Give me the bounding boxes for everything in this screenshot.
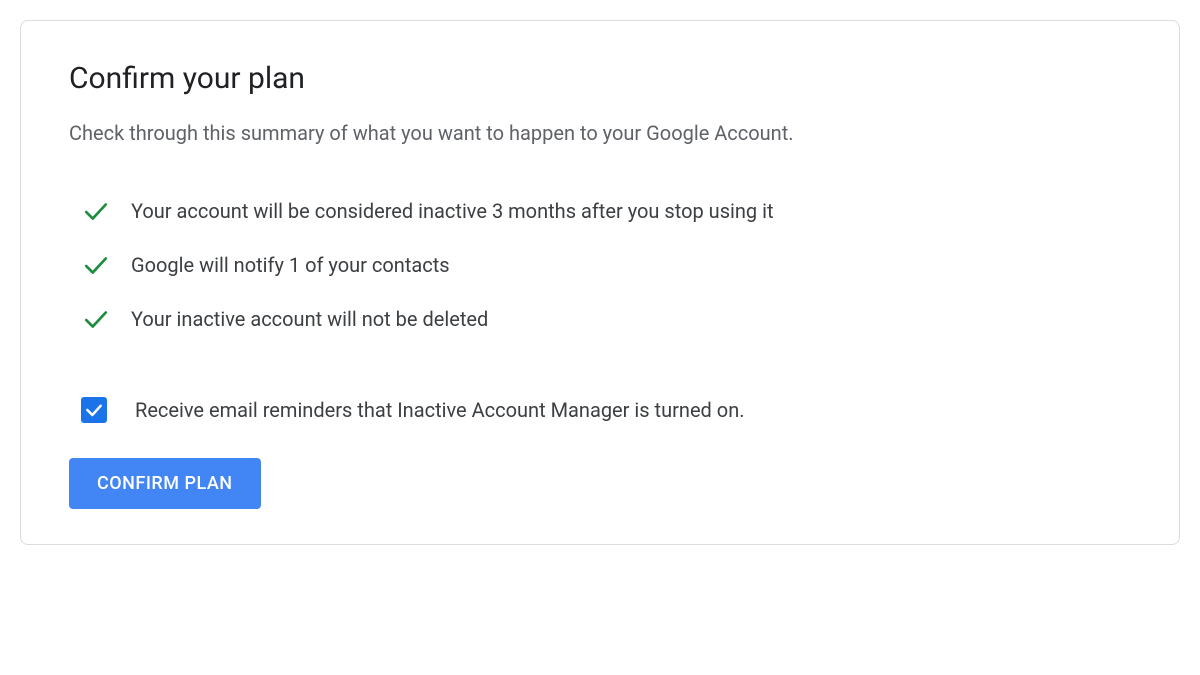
confirm-plan-button[interactable]: CONFIRM PLAN: [69, 458, 261, 509]
check-icon: [83, 198, 109, 224]
reminder-checkbox[interactable]: [81, 397, 107, 423]
summary-list: Your account will be considered inactive…: [69, 198, 1131, 332]
summary-text: Your inactive account will not be delete…: [131, 307, 488, 331]
summary-item: Your inactive account will not be delete…: [83, 306, 1131, 332]
check-icon: [83, 306, 109, 332]
reminder-row: Receive email reminders that Inactive Ac…: [69, 397, 1131, 423]
summary-item: Google will notify 1 of your contacts: [83, 252, 1131, 278]
page-title: Confirm your plan: [69, 61, 1131, 96]
summary-text: Your account will be considered inactive…: [131, 199, 774, 223]
confirm-plan-card: Confirm your plan Check through this sum…: [20, 20, 1180, 545]
summary-item: Your account will be considered inactive…: [83, 198, 1131, 224]
summary-text: Google will notify 1 of your contacts: [131, 253, 450, 277]
reminder-label: Receive email reminders that Inactive Ac…: [135, 398, 745, 422]
check-icon: [83, 252, 109, 278]
page-subtitle: Check through this summary of what you w…: [69, 118, 1131, 148]
